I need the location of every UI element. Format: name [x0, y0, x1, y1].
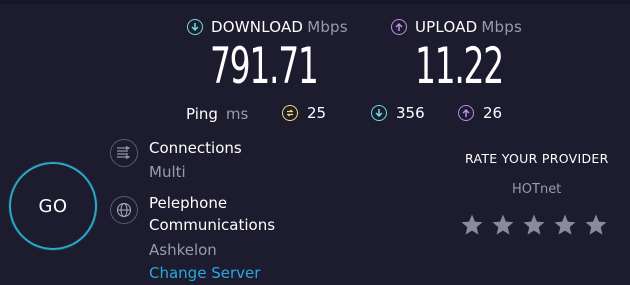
star-icon[interactable] [460, 213, 484, 237]
download-arrow-icon [187, 19, 203, 35]
ping-icon [282, 105, 298, 121]
download-label: DOWNLOAD [211, 18, 304, 36]
star-icon[interactable] [584, 213, 608, 237]
ping-row: Ping ms 25 356 26 [186, 104, 516, 124]
ping-download-value: 356 [396, 104, 425, 122]
go-label: GO [38, 195, 68, 217]
ping-label: Ping [186, 105, 218, 123]
download-unit: Mbps [307, 18, 348, 36]
server-location: Ashkelon [149, 241, 217, 259]
upload-metric: UPLOAD Mbps 11.22 [391, 18, 548, 98]
connections-value[interactable]: Multi [149, 163, 186, 181]
download-metric: DOWNLOAD Mbps 791.71 [187, 18, 373, 98]
ping-unit: ms [225, 105, 249, 123]
upload-unit: Mbps [481, 18, 523, 36]
globe-icon [110, 196, 138, 224]
upload-header: UPLOAD Mbps [391, 18, 548, 36]
go-button[interactable]: GO [9, 162, 97, 250]
download-arrow-icon [371, 105, 387, 121]
upload-arrow-icon [458, 105, 474, 121]
server-name-line2: Communications [149, 216, 276, 234]
connections-title: Connections [149, 139, 242, 157]
download-header: DOWNLOAD Mbps [187, 18, 373, 36]
upload-value: 11.22 [415, 37, 504, 95]
ping-upload: 26 [458, 104, 502, 122]
star-icon[interactable] [522, 213, 546, 237]
ping-idle-value: 25 [307, 104, 327, 122]
star-icon[interactable] [553, 213, 577, 237]
rating-stars [460, 213, 615, 237]
upload-label: UPLOAD [415, 18, 478, 36]
ping-idle: 25 [282, 104, 326, 122]
provider-name: HOTnet [512, 182, 562, 197]
top-edge [0, 0, 630, 4]
download-value: 791.71 [210, 37, 319, 95]
upload-arrow-icon [391, 19, 407, 35]
connections-icon [110, 139, 138, 167]
rate-provider-title: RATE YOUR PROVIDER [465, 151, 609, 166]
change-server-link[interactable]: Change Server [149, 264, 260, 282]
server-name-line1: Pelephone [149, 194, 228, 212]
ping-upload-value: 26 [483, 104, 503, 122]
star-icon[interactable] [491, 213, 515, 237]
ping-download: 356 [371, 104, 425, 122]
